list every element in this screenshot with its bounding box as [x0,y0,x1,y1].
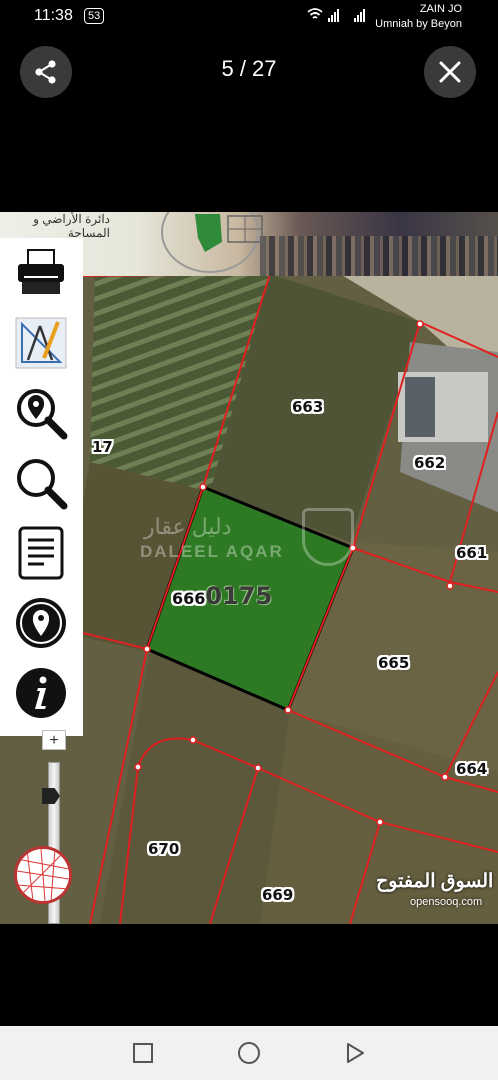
back-icon [347,1043,364,1063]
selected-parcel-number: 666 [172,589,206,608]
land-department-logo [161,212,263,273]
search-icon [17,459,68,510]
opensooq-logo-arabic: السوق المفتوح [376,871,494,892]
location-button[interactable] [12,594,70,652]
carrier-secondary: Umniah by Beyon [375,18,462,30]
home-button[interactable] [236,1040,262,1066]
measure-button[interactable] [12,314,70,372]
overview-map[interactable] [14,846,72,904]
search-location-button[interactable] [12,384,70,442]
overview-map-thumbnail [17,849,69,901]
wifi-signal-icon [307,8,365,22]
info-icon [16,668,66,718]
parcel-label-661: 661 [456,544,488,562]
back-button[interactable] [342,1040,368,1066]
parcel-label-17: 17 [92,438,113,456]
measure-icon [15,317,67,369]
print-button[interactable] [12,244,70,302]
selected-parcel-label: 6660175 [172,582,272,610]
status-time: 11:38 [34,7,73,24]
notification-count-badge: 53 [84,8,105,24]
info-button[interactable] [12,664,70,722]
header-title: دائرة الأراضي و المساحة [33,212,110,240]
print-icon [18,249,64,294]
opensooq-logo-english: opensooq.com [410,896,483,908]
document-button[interactable] [12,524,70,582]
signal-icons [306,6,372,27]
zoom-in-button[interactable]: + [42,730,66,750]
parcel-label-665: 665 [378,654,410,672]
parcel-label-664: 664 [456,760,488,778]
map-tool-panel [0,238,83,736]
recents-icon [133,1043,153,1063]
status-bar: 11:38 53 ZAIN JO Umniah by Beyon [0,0,498,36]
map-photo[interactable]: دائرة الأراضي و المساحة + دليل عقار DALE… [0,212,498,924]
search-button[interactable] [12,454,70,512]
viewer-toolbar: 5 / 27 [0,36,498,112]
watermark-logo [302,508,354,566]
close-button[interactable] [424,46,476,98]
system-nav-bar [0,1026,498,1080]
carrier-primary: ZAIN JO [419,3,462,15]
parcel-label-662: 662 [414,454,446,472]
parcel-label-670: 670 [148,840,180,858]
recents-button[interactable] [130,1040,156,1066]
location-pin-icon [16,598,66,648]
parcel-label-663: 663 [292,398,324,416]
close-icon [439,61,461,83]
watermark-english: DALEEL AQAR [140,542,284,561]
selected-parcel-block: 0175 [205,582,273,610]
parcel-label-669: 669 [262,886,294,904]
home-icon [238,1042,260,1064]
city-skyline-image [260,236,498,276]
document-icon [18,526,64,580]
image-viewer[interactable]: دائرة الأراضي و المساحة + دليل عقار DALE… [0,112,498,1026]
watermark-arabic: دليل عقار [144,514,232,539]
search-location-icon [17,389,68,440]
